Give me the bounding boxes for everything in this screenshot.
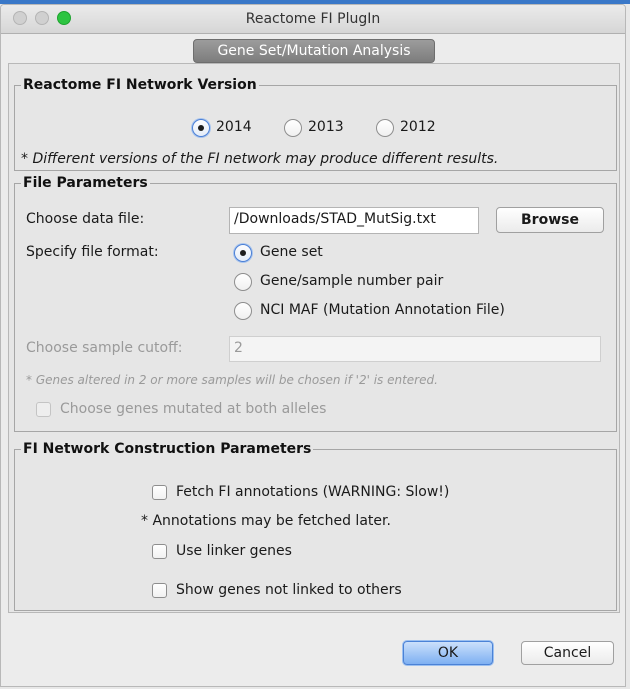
- network-version-group: Reactome FI Network Version 2014 2013 20…: [14, 77, 617, 171]
- format-gene-set-radio[interactable]: [234, 244, 252, 262]
- linker-genes-checkbox[interactable]: [152, 544, 167, 559]
- version-2014-label: 2014: [216, 119, 252, 135]
- window-title: Reactome FI PlugIn: [245, 11, 381, 27]
- version-2014-radio[interactable]: [192, 119, 210, 137]
- construction-group: FI Network Construction Parameters Fetch…: [14, 441, 617, 611]
- show-unlinked-genes-label: Show genes not linked to others: [176, 582, 402, 598]
- format-nci-maf-radio[interactable]: [234, 302, 252, 320]
- fetch-annotations-checkbox[interactable]: [152, 485, 167, 500]
- fetch-annotations-note: * Annotations may be fetched later.: [141, 513, 391, 529]
- construction-legend: FI Network Construction Parameters: [23, 441, 312, 457]
- version-2013-label: 2013: [308, 119, 344, 135]
- linker-genes-label: Use linker genes: [176, 543, 292, 559]
- format-nci-maf-label: NCI MAF (Mutation Annotation File): [260, 302, 505, 318]
- browse-button[interactable]: Browse: [496, 207, 604, 233]
- fetch-annotations-label: Fetch FI annotations (WARNING: Slow!): [176, 484, 450, 500]
- ok-button[interactable]: OK: [403, 641, 493, 665]
- sample-cutoff-label: Choose sample cutoff:: [26, 340, 183, 356]
- title-bar: Reactome FI PlugIn: [1, 5, 625, 34]
- version-2012-radio[interactable]: [376, 119, 394, 137]
- sample-cutoff-note: * Genes altered in 2 or more samples wil…: [26, 373, 438, 387]
- data-file-label: Choose data file:: [26, 211, 145, 227]
- format-gene-set-label: Gene set: [260, 244, 323, 260]
- both-alleles-label: Choose genes mutated at both alleles: [60, 401, 327, 417]
- both-alleles-checkbox[interactable]: [36, 402, 51, 417]
- data-file-input[interactable]: /Downloads/STAD_MutSig.txt: [229, 207, 479, 234]
- show-unlinked-genes-checkbox[interactable]: [152, 583, 167, 598]
- format-gene-sample-pair-label: Gene/sample number pair: [260, 273, 444, 289]
- network-version-legend: Reactome FI Network Version: [23, 77, 257, 93]
- file-parameters-group: File Parameters Choose data file: /Downl…: [14, 175, 617, 432]
- file-parameters-legend: File Parameters: [23, 175, 148, 191]
- tab-panel: Reactome FI Network Version 2014 2013 20…: [8, 63, 620, 613]
- version-2012-label: 2012: [400, 119, 436, 135]
- sample-cutoff-input[interactable]: 2: [229, 336, 601, 362]
- dialog-window: Reactome FI PlugIn Gene Set/Mutation Ana…: [0, 4, 626, 687]
- format-gene-sample-pair-radio[interactable]: [234, 273, 252, 291]
- network-version-note: * Different versions of the FI network m…: [21, 151, 499, 167]
- tab-gene-set-mutation-analysis[interactable]: Gene Set/Mutation Analysis: [193, 39, 435, 63]
- file-format-label: Specify file format:: [26, 244, 159, 260]
- version-2013-radio[interactable]: [284, 119, 302, 137]
- cancel-button[interactable]: Cancel: [521, 641, 614, 665]
